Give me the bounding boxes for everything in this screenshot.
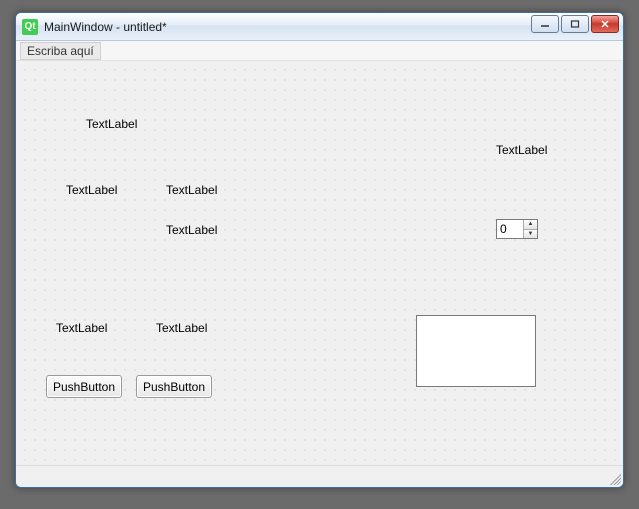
window-controls [531,15,619,33]
text-label: TextLabel [166,223,217,237]
qt-logo-icon: Qt [22,19,38,35]
main-window: Qt MainWindow - untitled* Escriba aquí T… [15,12,624,488]
statusbar [16,465,623,487]
text-edit[interactable] [416,315,536,387]
text-label: TextLabel [56,321,107,335]
text-label: TextLabel [86,117,137,131]
push-button[interactable]: PushButton [136,375,212,398]
text-label: TextLabel [156,321,207,335]
text-label: TextLabel [166,183,217,197]
push-button[interactable]: PushButton [46,375,122,398]
text-label: TextLabel [66,183,117,197]
window-title: MainWindow - untitled* [44,20,167,34]
size-grip-icon[interactable] [607,471,621,485]
spin-up-button[interactable]: ▲ [524,220,537,230]
maximize-button[interactable] [561,15,589,33]
spinbox[interactable]: 0 ▲ ▼ [496,219,538,239]
spin-down-button[interactable]: ▼ [524,230,537,239]
menubar[interactable]: Escriba aquí [16,41,623,61]
menu-placeholder[interactable]: Escriba aquí [20,42,101,60]
form-canvas[interactable]: TextLabel TextLabel TextLabel TextLabel … [16,61,623,465]
spinbox-value[interactable]: 0 [497,220,523,238]
close-button[interactable] [591,15,619,33]
titlebar[interactable]: Qt MainWindow - untitled* [16,13,623,41]
spinbox-arrows: ▲ ▼ [523,220,537,238]
button-label: PushButton [53,380,115,394]
minimize-button[interactable] [531,15,559,33]
button-label: PushButton [143,380,205,394]
text-label: TextLabel [496,143,547,157]
